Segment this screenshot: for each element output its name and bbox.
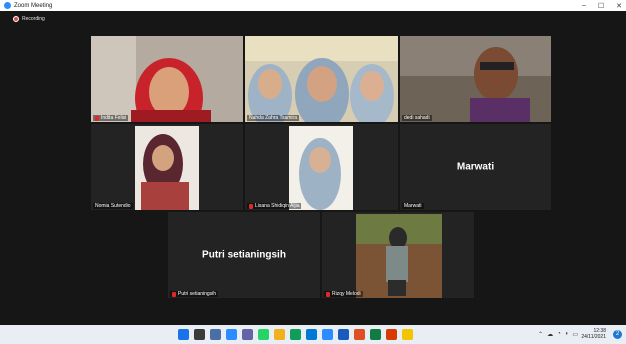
record-dot-icon (13, 16, 19, 22)
muted-mic-icon (326, 291, 330, 297)
video-tile-dedi[interactable]: dedi sahadi (400, 36, 551, 122)
video-tile-rizqy[interactable]: Rizqy Melodi (322, 212, 474, 298)
clock[interactable]: 12:38 24/11/2021 (581, 328, 606, 340)
participant-name: Indita Felisi (101, 115, 127, 121)
title-bar: Zoom Meeting – ☐ ✕ (0, 0, 626, 11)
date: 24/11/2021 (581, 334, 606, 340)
start-icon[interactable] (178, 329, 189, 340)
whatsapp-icon[interactable] (258, 329, 269, 340)
search-icon[interactable] (194, 329, 205, 340)
participant-display-name: Marwati (456, 161, 495, 173)
zoom-app-icon[interactable] (322, 329, 333, 340)
video-tile-lisana[interactable]: Lisana Shidiqin Aljia (245, 124, 398, 210)
participant-name: Putri setianingsih (178, 291, 217, 297)
participant-name: Nomia Sutendio (95, 203, 131, 209)
participant-video (245, 36, 398, 122)
zoom-logo-icon (4, 2, 11, 9)
excel-icon[interactable] (370, 329, 381, 340)
cloud-icon[interactable]: ☁ (547, 331, 553, 338)
chrome-icon[interactable] (290, 329, 301, 340)
participant-name: dedi sahadi (404, 115, 430, 121)
windows-taskbar: ⌃ ☁ ◔ ◖ ▭ 12:38 24/11/2021 2 (0, 325, 626, 344)
close-button[interactable]: ✕ (616, 2, 622, 10)
video-tile-nahda[interactable]: Nahda Zahra Tsamira (245, 36, 398, 122)
participant-display-name: Putri setianingsih (202, 249, 286, 261)
participant-name: Rizqy Melodi (332, 291, 361, 297)
participant-name: Nahda Zahra Tsamira (249, 115, 297, 121)
window-title: Zoom Meeting (14, 2, 53, 9)
video-tile-indita[interactable]: Indita Felisi (91, 36, 243, 122)
muted-mic-icon (249, 203, 253, 209)
edge-icon[interactable] (306, 329, 317, 340)
recording-indicator[interactable]: Recording (13, 16, 45, 22)
participant-video (245, 124, 398, 210)
widgets-icon[interactable] (226, 329, 237, 340)
minimize-button[interactable]: – (582, 2, 586, 9)
task-view-icon[interactable] (210, 329, 221, 340)
participant-name: Lisana Shidiqin Aljia (255, 203, 300, 209)
muted-mic-icon (95, 115, 99, 121)
chevron-up-icon[interactable]: ⌃ (538, 331, 543, 338)
wifi-icon[interactable]: ◔ (557, 331, 561, 338)
participant-video (91, 36, 243, 122)
maximize-button[interactable]: ☐ (598, 2, 604, 10)
word-icon[interactable] (338, 329, 349, 340)
sticky-notes-icon[interactable] (402, 329, 413, 340)
muted-mic-icon (172, 291, 176, 297)
participant-video (400, 36, 551, 122)
chat-icon[interactable] (242, 329, 253, 340)
recording-label: Recording (22, 16, 45, 22)
participant-name: Marwati (404, 203, 422, 209)
app-icon[interactable] (386, 329, 397, 340)
video-tile-marwati[interactable]: Marwati Marwati (400, 124, 551, 210)
participant-video (322, 212, 474, 298)
video-tile-putri[interactable]: Putri setianingsih Putri setianingsih (168, 212, 320, 298)
battery-icon[interactable]: ▭ (572, 331, 578, 338)
participant-video (91, 124, 243, 210)
video-tile-nomia[interactable]: Nomia Sutendio (91, 124, 243, 210)
volume-icon[interactable]: ◖ (565, 331, 569, 338)
file-explorer-icon[interactable] (274, 329, 285, 340)
powerpoint-icon[interactable] (354, 329, 365, 340)
notification-badge[interactable]: 2 (613, 330, 622, 339)
